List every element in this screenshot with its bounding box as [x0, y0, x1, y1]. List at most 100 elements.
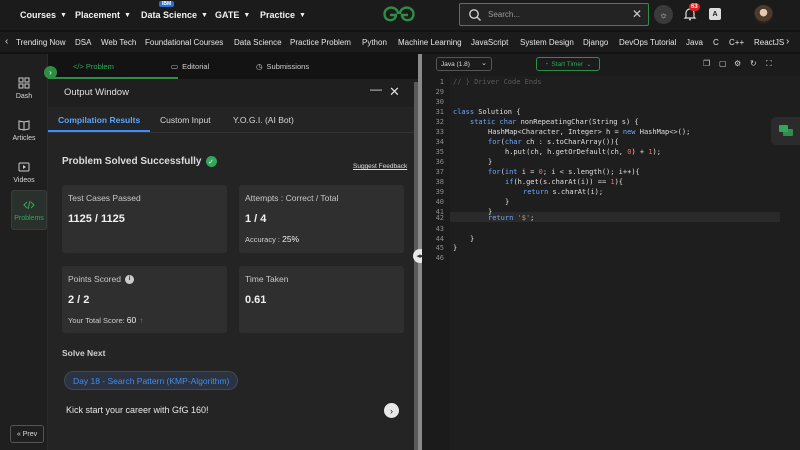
nav-courses[interactable]: Courses ▼: [20, 0, 67, 30]
sidebar-item-videos[interactable]: Videos: [6, 152, 42, 192]
code-token: ch : s.toCharArray()){: [521, 138, 619, 146]
card-label-text: Points Scored: [68, 274, 121, 284]
top-navbar: Courses ▼ Placement ▼ IBM Data Science ▼ GA…: [0, 0, 800, 30]
reset-icon[interactable]: ↻: [750, 60, 758, 68]
topic-trending-now[interactable]: Trending Now: [16, 32, 66, 52]
sidebar-item-label: Articles: [12, 134, 36, 142]
line-number: 34: [435, 138, 444, 146]
output-window: Output Window — ✕ Compilation Results Cu…: [48, 79, 418, 450]
translate-icon[interactable]: A: [709, 8, 721, 20]
topic-django[interactable]: Django: [583, 32, 608, 52]
code-line: h.put(ch, h.getOrDefault(ch, 0) + 1);: [505, 148, 661, 156]
avatar[interactable]: [754, 5, 773, 24]
code-token: '$': [517, 214, 531, 222]
nav-data-science[interactable]: Data Science ▼: [141, 0, 208, 30]
close-icon[interactable]: ✕: [632, 7, 642, 21]
topic-web-tech[interactable]: Web Tech: [101, 32, 136, 52]
chevron-right-icon[interactable]: ›: [786, 36, 789, 47]
tab-yogi-ai-bot[interactable]: Y.O.G.I. (AI Bot): [233, 115, 294, 125]
chat-icon: [778, 125, 793, 136]
code-token: i =: [517, 168, 539, 176]
theme-toggle-icon[interactable]: ☼: [654, 5, 673, 24]
nav-gate[interactable]: GATE ▼: [215, 0, 250, 30]
topic-python[interactable]: Python: [362, 32, 387, 52]
line-number: 1: [439, 78, 444, 86]
topic-java[interactable]: Java: [686, 32, 703, 52]
topic-data-science[interactable]: Data Science: [234, 32, 282, 52]
code-icon: [23, 200, 35, 209]
topic-devops-tutorial[interactable]: DevOps Tutorial: [619, 32, 676, 52]
total-score-text: Your Total Score: 60 ↑: [68, 315, 143, 325]
page: Courses ▼ Placement ▼ IBM Data Science ▼ GA…: [0, 0, 800, 450]
tab-custom-input[interactable]: Custom Input: [160, 115, 211, 125]
tab-label: Submissions: [266, 61, 310, 71]
total-score-value: 60: [126, 315, 137, 325]
chevron-left-icon[interactable]: ‹: [5, 36, 8, 47]
topic-practice-problem[interactable]: Practice Problem: [290, 32, 351, 52]
code-line: }: [470, 235, 475, 243]
sidebar-item-dash[interactable]: Dash: [6, 68, 42, 108]
code-token: ;: [530, 214, 535, 222]
copy-icon[interactable]: ❐: [703, 60, 711, 68]
topic-dsa[interactable]: DSA: [75, 32, 91, 52]
topic-foundational-courses[interactable]: Foundational Courses: [145, 32, 223, 52]
card-time: Time Taken 0.61: [239, 266, 404, 333]
chevron-right-icon[interactable]: ›: [384, 403, 399, 418]
topic-cpp[interactable]: C++: [729, 32, 744, 52]
accuracy-value: 25%: [282, 234, 300, 244]
minimize-icon[interactable]: —: [370, 82, 382, 96]
card-label: Time Taken: [245, 274, 289, 284]
close-icon[interactable]: ✕: [389, 84, 400, 100]
code-token: return: [523, 188, 549, 196]
search-placeholder: Search...: [488, 10, 521, 19]
line-number: 33: [435, 128, 444, 136]
nav-practice[interactable]: Practice ▼: [260, 0, 306, 30]
settings-icon[interactable]: ⚙: [734, 60, 742, 68]
notification-badge: 63: [689, 3, 700, 11]
start-timer-button[interactable]: ◔ Start Timer ⌄: [536, 57, 600, 71]
fullscreen-icon[interactable]: ⛶: [766, 60, 774, 68]
topic-machine-learning[interactable]: Machine Learning: [398, 32, 462, 52]
nav-placement[interactable]: Placement ▼: [75, 0, 131, 30]
tab-label: Editorial: [182, 61, 210, 71]
topic-c[interactable]: C: [713, 32, 719, 52]
code-token: new: [622, 128, 636, 136]
line-number: 29: [435, 88, 444, 96]
status-text: Problem Solved Successfully: [62, 156, 202, 167]
sidebar-item-problems[interactable]: Problems: [11, 190, 47, 230]
code-token: for: [488, 168, 501, 176]
nav-label: Practice: [260, 10, 296, 20]
promo-text: Kick start your career with GfG 160!: [66, 405, 209, 415]
total-score-label: Your Total Score:: [68, 316, 127, 325]
line-number: 35: [435, 148, 444, 156]
editorial-icon: ▭: [171, 61, 179, 71]
chat-button[interactable]: [771, 117, 800, 145]
window-icon[interactable]: ▢: [719, 60, 727, 68]
suggest-feedback-link[interactable]: Suggest Feedback: [353, 163, 407, 170]
arrow-up-icon: ↑: [139, 316, 144, 325]
sidebar-item-articles[interactable]: Articles: [6, 110, 42, 150]
line-number: 42: [435, 214, 444, 222]
language-select[interactable]: Java (1.8) ⌄: [436, 57, 492, 71]
info-icon[interactable]: i: [124, 274, 134, 284]
card-label: Test Cases Passed: [68, 193, 141, 203]
solve-next-problem-link[interactable]: Day 18 - Search Pattern (KMP-Algorithm): [64, 371, 239, 390]
tab-compilation-results[interactable]: Compilation Results: [58, 115, 140, 125]
card-label: Attempts : Correct / Total: [245, 193, 339, 203]
left-sidebar: Dash Articles Videos Problems: [0, 54, 48, 450]
chevron-down-icon: ▼: [243, 11, 251, 19]
prev-button[interactable]: « Prev: [10, 425, 44, 443]
code-token: HashMap<Character, Integer>: [488, 128, 602, 136]
tab-problem[interactable]: </> Problem: [73, 57, 114, 75]
gfg-logo-icon[interactable]: [381, 4, 417, 24]
search-bar[interactable]: Search... ✕: [459, 3, 649, 26]
topic-javascript[interactable]: JavaScript: [471, 32, 508, 52]
code-line: return '$';: [488, 214, 534, 222]
tab-editorial[interactable]: ▭ Editorial: [171, 57, 209, 75]
accuracy-label: Accuracy :: [245, 235, 283, 244]
chevron-down-icon: ▼: [60, 11, 67, 19]
topic-system-design[interactable]: System Design: [520, 32, 574, 52]
topic-reactjs[interactable]: ReactJS: [754, 32, 784, 52]
line-number: 32: [435, 118, 444, 126]
tab-submissions[interactable]: ◷ Submissions: [256, 57, 309, 75]
